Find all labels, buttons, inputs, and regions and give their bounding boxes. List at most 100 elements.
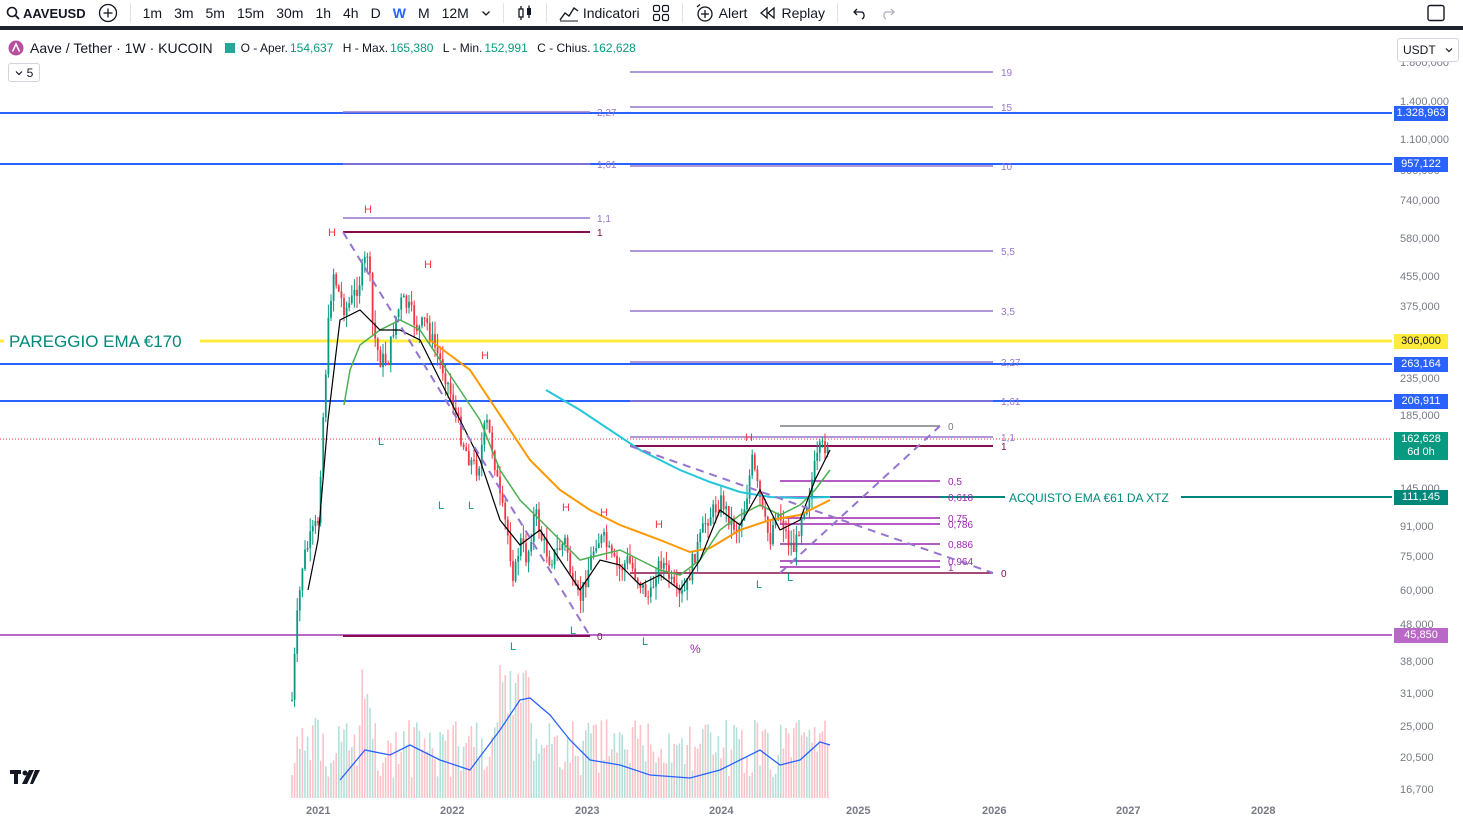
price-axis-label: 91,000	[1400, 521, 1434, 533]
price-chart[interactable]: 2,271,611,1101915105,53,52,271,611,1100,…	[0, 0, 1463, 813]
volume-bar	[525, 670, 527, 798]
candle-body	[813, 460, 816, 480]
candle-body	[530, 542, 533, 552]
volume-bar	[826, 744, 829, 798]
candle-body	[792, 542, 795, 552]
candle-body	[504, 502, 507, 520]
volume-bar	[296, 736, 298, 798]
close-text: Chius.	[556, 41, 591, 55]
volume-bar	[759, 765, 761, 798]
candle-body	[356, 289, 358, 296]
price-tag: 263,164	[1394, 357, 1448, 372]
volume-bar	[416, 722, 418, 798]
candle-body	[506, 519, 509, 536]
candle-body	[392, 335, 395, 337]
indicators-collapse-toggle[interactable]: 5	[8, 63, 40, 82]
volume-bar	[382, 762, 384, 798]
candle-body	[694, 553, 696, 564]
symbol-title[interactable]: Aave / Tether · 1W · KUCOIN	[30, 40, 213, 56]
candle-body	[631, 563, 634, 569]
tradingview-logo-icon	[10, 770, 40, 784]
volume-bar	[798, 720, 800, 798]
volume-bar	[299, 748, 301, 798]
candle-body	[527, 551, 530, 563]
market-status-badge	[224, 43, 235, 53]
volume-bar	[691, 770, 694, 798]
candle-body	[579, 589, 582, 601]
candle-body	[501, 493, 504, 503]
volume-bar	[533, 760, 535, 798]
price-axis-label: 580,000	[1400, 233, 1440, 245]
volume-bar	[543, 747, 545, 798]
candle-body	[421, 317, 423, 326]
volume-bar	[772, 776, 774, 798]
volume-bar	[501, 682, 504, 798]
candle-body	[665, 562, 668, 566]
volume-bar	[611, 749, 613, 798]
candle-body	[397, 309, 400, 318]
volume-bar	[325, 766, 327, 798]
candle-body	[509, 535, 512, 562]
volume-bar	[743, 772, 746, 798]
volume-bar	[319, 760, 322, 798]
candle-body	[753, 454, 756, 470]
pivot-low-label: L	[570, 625, 576, 637]
chevron-down-icon	[15, 70, 23, 75]
volume-bar	[335, 752, 337, 798]
volume-bar	[439, 732, 441, 798]
fib-level-label: 0,618	[948, 493, 973, 504]
candle-body	[569, 552, 572, 573]
volume-bar	[598, 772, 600, 798]
volume-bar	[374, 723, 376, 798]
volume-bar	[676, 745, 678, 798]
volume-bar	[782, 748, 785, 798]
candle-body	[400, 297, 403, 310]
candle-body	[369, 256, 371, 274]
fib-level-label: 0	[1001, 569, 1007, 580]
volume-bar	[546, 745, 548, 798]
candle-body	[426, 318, 429, 323]
candle-body	[337, 285, 340, 292]
candle-body	[431, 334, 434, 340]
candle-body	[405, 295, 408, 308]
candle-body	[434, 334, 436, 348]
volume-bar	[509, 671, 512, 798]
candle-body	[306, 547, 309, 550]
price-axis-label: 455,000	[1400, 271, 1440, 283]
pivot-high-label: H	[600, 507, 608, 519]
candle-body	[408, 301, 410, 308]
candle-body	[603, 532, 605, 536]
volume-bar	[377, 770, 379, 798]
volume-bar	[616, 752, 618, 798]
candle-body	[816, 452, 819, 461]
volume-bar	[730, 749, 733, 798]
price-tag: 162,628 6d 0h	[1394, 432, 1448, 460]
volume-bar	[491, 737, 493, 798]
volume-bar	[455, 721, 457, 798]
candle-body	[561, 543, 564, 550]
trend-line	[779, 425, 941, 574]
volume-bar	[564, 761, 566, 798]
candle-body	[488, 419, 491, 433]
candle-body	[714, 504, 717, 513]
volume-bar	[395, 732, 397, 798]
volume-bar	[741, 730, 743, 798]
volume-bar	[293, 762, 296, 798]
volume-bar	[436, 776, 439, 798]
candle-body	[556, 548, 559, 550]
candle-body	[642, 584, 644, 588]
candle-body	[712, 504, 715, 518]
candle-body	[379, 350, 382, 368]
volume-bar	[808, 729, 811, 798]
volume-bar	[634, 720, 636, 798]
volume-bar	[592, 725, 595, 798]
currency-selector[interactable]: USDT	[1397, 38, 1459, 62]
volume-bar	[418, 730, 421, 798]
volume-bar	[332, 760, 335, 798]
volume-bar	[387, 740, 389, 798]
candle-body	[478, 468, 481, 476]
volume-bar	[657, 756, 660, 798]
candle-body	[517, 556, 520, 562]
buy-annotation: ACQUISTO EMA €61 DA XTZ	[1009, 491, 1169, 505]
volume-bar	[806, 736, 808, 798]
